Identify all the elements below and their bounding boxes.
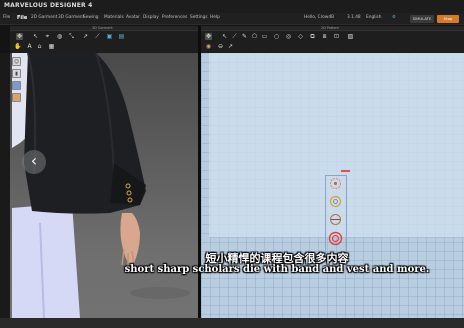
internal-polygon-icon[interactable]: ◎ — [285, 33, 292, 40]
toolbar-2d: ✥ ↖ ⟋ ✎ ⬠ ▭ ○ ◎ ◇ ⧉ ⧈ ⊡ ▧ ◉ ⊖ ↗ — [201, 31, 464, 53]
texture-toggle-icon[interactable] — [12, 93, 21, 102]
left-side-strip — [0, 53, 10, 318]
menu-avatar[interactable]: Avatar — [126, 15, 140, 20]
menu-leading-item[interactable]: File — [3, 15, 10, 20]
shading-icon[interactable] — [12, 81, 21, 90]
polygon-icon[interactable]: ⬠ — [251, 33, 258, 40]
menu-3d-garment[interactable]: 3D Garment — [58, 15, 84, 20]
grid-tool-icon[interactable]: ▦ — [48, 43, 55, 50]
menu-2d-garment[interactable]: 2D Garment — [31, 15, 57, 20]
move-icon[interactable]: ↖ — [32, 33, 39, 40]
garment-toggle-icon[interactable]: ▮ — [12, 69, 21, 78]
pin-icon[interactable]: ⌖ — [44, 33, 51, 40]
free-sewing-icon[interactable]: ⧈ — [321, 33, 328, 40]
select-button-icon[interactable]: ↗ — [227, 43, 234, 50]
dart-icon[interactable]: ◇ — [297, 33, 304, 40]
simulate-button[interactable]: SIMULATE — [410, 15, 434, 23]
fold-icon[interactable]: ◍ — [56, 33, 63, 40]
add-point-icon[interactable]: ✎ — [241, 33, 248, 40]
transform-icon[interactable]: ✥ — [205, 33, 212, 40]
menu-help[interactable]: Help — [210, 15, 220, 20]
avatar-toggle-icon[interactable]: ☺ — [12, 57, 21, 66]
texture-icon[interactable]: ▧ — [347, 33, 354, 40]
edit-point-icon[interactable]: ↖ — [221, 33, 228, 40]
measure-icon[interactable]: ⌂ — [36, 43, 43, 50]
button-symbol[interactable] — [328, 231, 343, 246]
menu-file[interactable]: File — [17, 15, 27, 21]
buttonhole-icon[interactable]: ⊖ — [217, 43, 224, 50]
text-tool-icon[interactable]: A — [26, 43, 33, 50]
app-title: MARVELOUS DESIGNER 4 — [4, 2, 93, 9]
scale-icon[interactable]: ⤡ — [68, 33, 75, 40]
previous-arrow-button[interactable]: ‹ — [22, 150, 46, 174]
menu-bar: File File 2D Garment 3D Garment Sewing M… — [0, 13, 464, 25]
tack-icon[interactable]: ⟋ — [94, 33, 101, 40]
button-symbol[interactable] — [328, 212, 343, 227]
red-marker — [341, 170, 350, 172]
panel-label-3d: 3D Garment — [92, 26, 113, 30]
menu-materials[interactable]: Materials — [104, 15, 124, 20]
button-symbol[interactable] — [328, 176, 343, 191]
menu-preferences[interactable]: Preferences — [162, 15, 187, 20]
toolbar-3d: ✥ ↖ ⌖ ◍ ⤡ ↗ ⟋ ▣ ▤ ✋ A ⌂ ▦ — [10, 31, 198, 53]
menu-display[interactable]: Display — [143, 15, 159, 20]
circle-icon[interactable]: ○ — [273, 33, 280, 40]
menu-sewing[interactable]: Sewing — [83, 15, 99, 20]
avatar-garment-drawing — [12, 53, 190, 318]
button-symbol[interactable] — [328, 194, 343, 209]
fabric-icon[interactable]: ▣ — [106, 33, 113, 40]
stop-button[interactable]: Stop — [437, 15, 459, 23]
tack-2d-icon[interactable]: ⊡ — [333, 33, 340, 40]
language-select[interactable]: English — [366, 15, 382, 20]
edit-curve-icon[interactable]: ⟋ — [231, 33, 238, 40]
select-icon[interactable]: ✥ — [16, 33, 23, 40]
version-label: 3.1.48 — [347, 15, 361, 20]
menu-settings[interactable]: Settings — [190, 15, 208, 20]
gear-icon[interactable]: ⚙ — [392, 15, 396, 20]
status-bar — [0, 318, 464, 328]
segment-sewing-icon[interactable]: ⧉ — [309, 33, 316, 40]
user-name[interactable]: Hello, CrowdB — [304, 15, 334, 20]
panel-label-2d: 2D Pattern — [321, 26, 340, 30]
rectangle-icon[interactable]: ▭ — [261, 33, 268, 40]
fabric-2-icon[interactable]: ▤ — [118, 33, 125, 40]
subtitle-english: short sharp scholars die with band and v… — [124, 264, 430, 275]
title-bar: MARVELOUS DESIGNER 4 — [0, 0, 464, 13]
hand-icon[interactable]: ✋ — [14, 43, 21, 50]
viewport-3d[interactable] — [10, 53, 198, 318]
button-tool-icon[interactable]: ◉ — [205, 43, 212, 50]
arrow-tool-icon[interactable]: ↗ — [82, 33, 89, 40]
